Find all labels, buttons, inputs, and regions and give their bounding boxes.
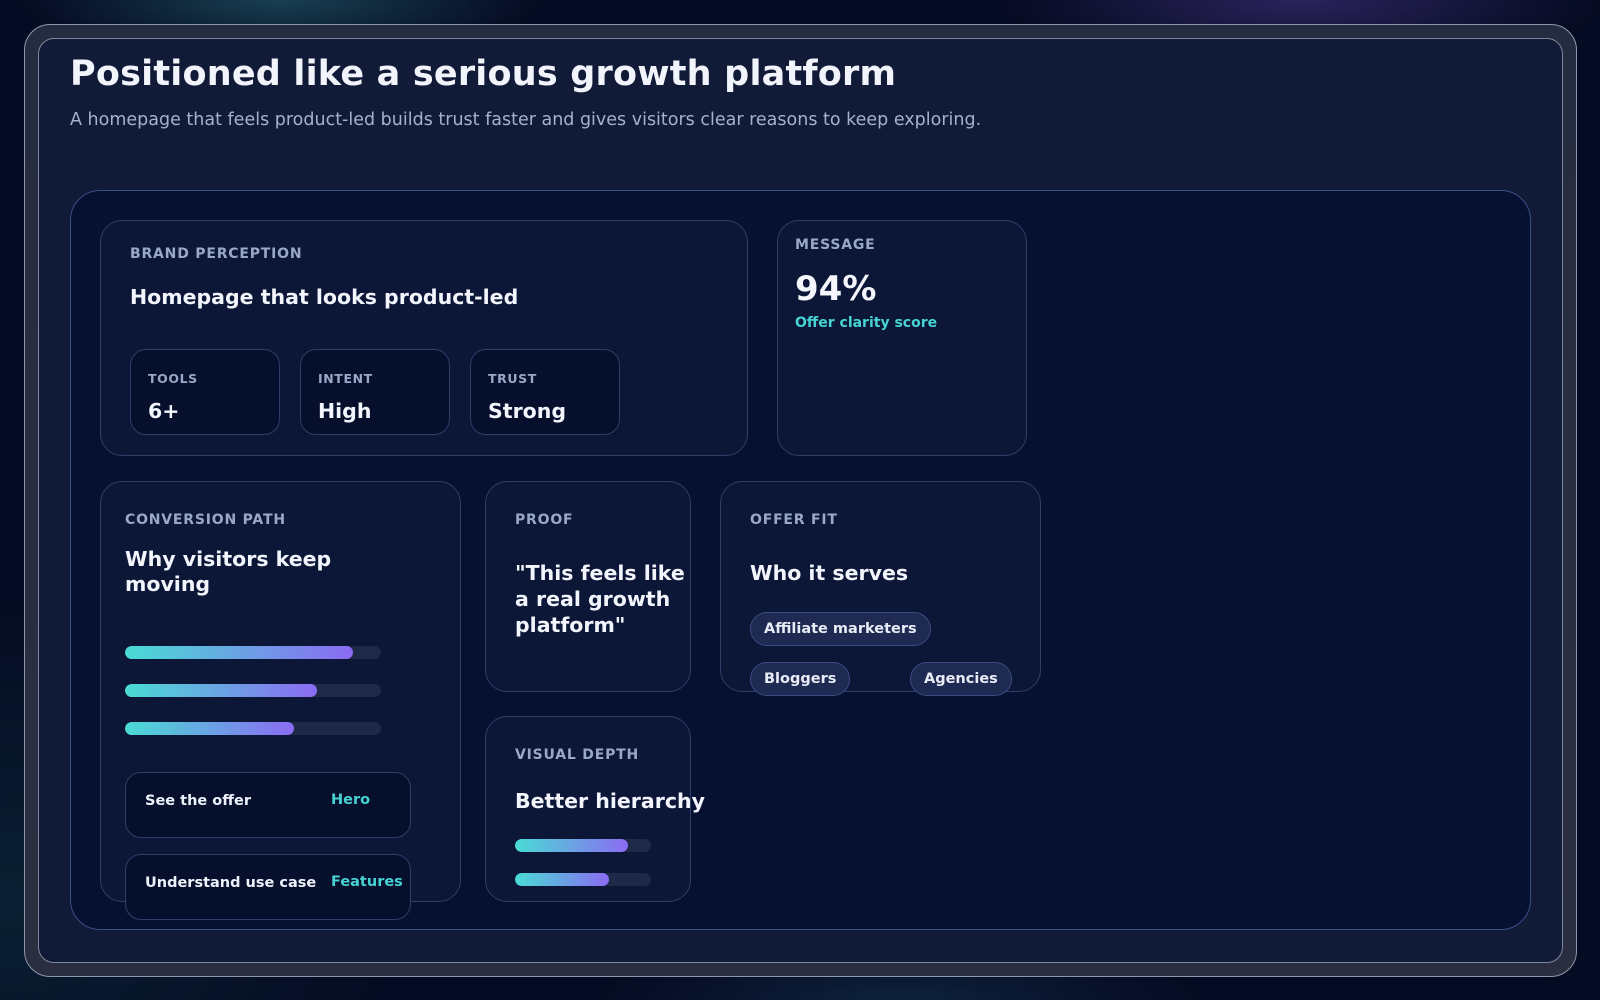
step-see-offer[interactable]: See the offer Hero [125,772,411,838]
page-title: Positioned like a serious growth platfor… [70,54,897,94]
chip-agencies[interactable]: Agencies [910,662,1012,696]
conversion-path-eyebrow: CONVERSION PATH [125,512,286,528]
stat-tools-label: TOOLS [148,371,198,386]
visual-depth-bar-1 [515,839,651,852]
stat-intent: INTENT High [300,349,450,435]
conversion-bar-2 [125,684,381,697]
visual-depth-bar-2-fill [515,873,609,886]
offer-fit-title: Who it serves [750,561,909,585]
proof-eyebrow: PROOF [515,512,574,528]
stat-tools-value: 6+ [148,399,180,423]
brand-perception-eyebrow: BRAND PERCEPTION [130,246,303,262]
proof-card: PROOF "This feels like a real growth pla… [485,481,691,692]
proof-quote: "This feels like a real growth platform" [515,561,685,637]
stat-tools: TOOLS 6+ [130,349,280,435]
chip-bloggers[interactable]: Bloggers [750,662,851,696]
page-subtitle: A homepage that feels product-led builds… [70,110,982,130]
step-understand-use-case-label: Understand use case [145,875,317,891]
message-score-caption: Offer clarity score [795,315,938,331]
visual-depth-card: VISUAL DEPTH Better hierarchy [485,716,705,902]
offer-fit-eyebrow: OFFER FIT [750,512,838,528]
stat-trust: TRUST Strong [470,349,620,435]
brand-perception-card: BRAND PERCEPTION Homepage that looks pro… [100,220,748,456]
visual-depth-eyebrow: VISUAL DEPTH [515,747,640,763]
stat-trust-value: Strong [488,399,567,423]
conversion-bar-2-fill [125,684,317,697]
message-eyebrow: MESSAGE [795,237,876,253]
stat-intent-value: High [318,399,372,423]
conversion-bar-3 [125,722,381,735]
brand-perception-title: Homepage that looks product-led [130,285,519,309]
offer-fit-card: OFFER FIT Who it serves Affiliate market… [720,481,1041,696]
conversion-path-title: Why visitors keep moving [125,547,332,596]
dashboard-stage: BRAND PERCEPTION Homepage that looks pro… [70,190,1531,930]
conversion-bar-1-fill [125,646,353,659]
conversion-path-card: CONVERSION PATH Why visitors keep moving… [100,481,461,920]
message-score-value: 94% [795,269,877,309]
stat-intent-label: INTENT [318,371,373,386]
conversion-bar-1 [125,646,381,659]
step-understand-use-case[interactable]: Understand use case Features [125,854,411,920]
stat-trust-label: TRUST [488,371,537,386]
step-understand-use-case-tag: Features [331,874,403,890]
visual-depth-bar-1-fill [515,839,628,852]
step-see-offer-tag: Hero [331,792,371,808]
message-card: MESSAGE 94% Offer clarity score [777,220,1027,456]
visual-depth-bar-2 [515,873,651,886]
step-see-offer-label: See the offer [145,793,251,809]
conversion-bar-3-fill [125,722,294,735]
visual-depth-title: Better hierarchy [515,789,705,813]
chip-affiliate-marketers[interactable]: Affiliate marketers [750,612,931,646]
